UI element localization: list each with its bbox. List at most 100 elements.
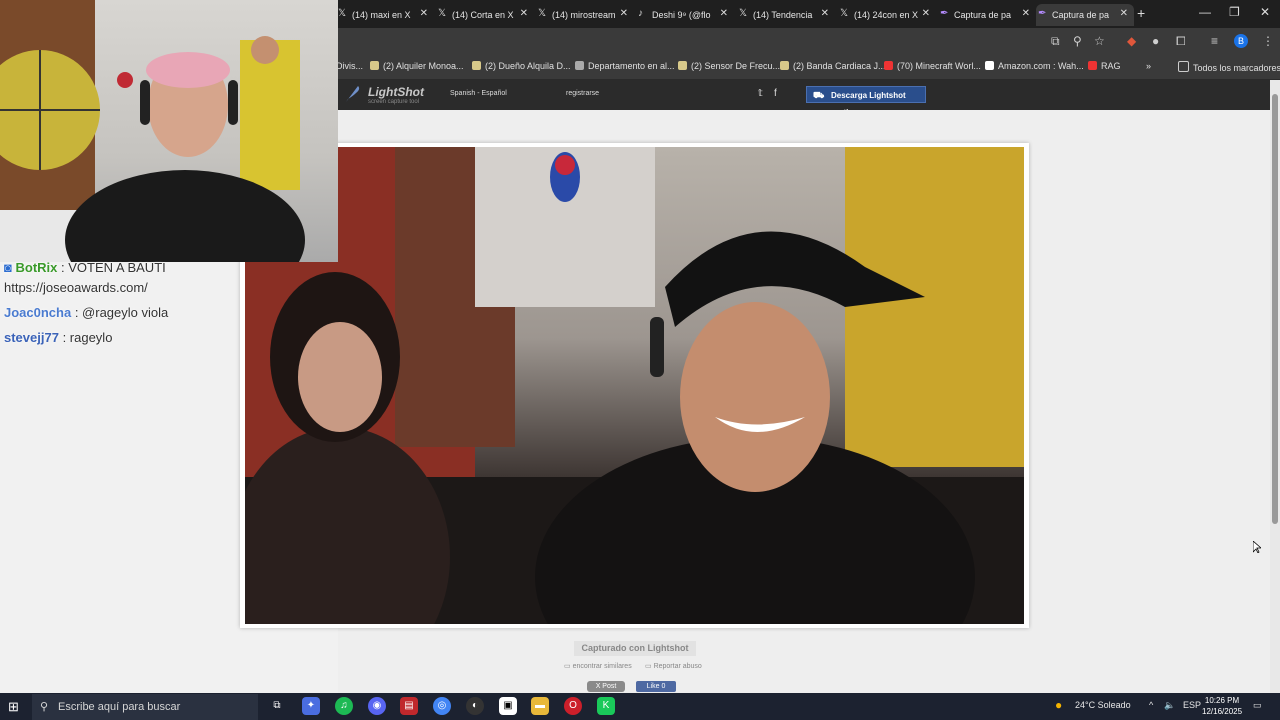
close-icon[interactable]: ✕ [420, 8, 428, 19]
tiktok-icon: ♪ [638, 8, 643, 19]
task-view-icon[interactable]: ⧉ [268, 697, 286, 715]
extension-icon[interactable]: ◆ [1127, 34, 1136, 48]
volume-icon[interactable]: 🔈 [1164, 700, 1175, 711]
all-bookmarks-folder[interactable]: Todos los marcadores [1178, 61, 1280, 73]
browser-tab[interactable]: ♪ Deshi 9⁹ (@flo ✕ [636, 4, 734, 26]
windows-start-icon[interactable]: ⊞ [8, 699, 19, 715]
capcut-icon[interactable]: ▣ [499, 697, 517, 715]
browser-tab[interactable]: 𝕏 (14) Tendencia ✕ [737, 4, 835, 26]
logo-subtitle: screen capture tool [368, 99, 420, 105]
screenshot-image[interactable] [245, 147, 1024, 624]
tab-title: (14) maxi en X [352, 10, 411, 20]
youtube-icon [1088, 61, 1097, 70]
bookmark-item[interactable]: (2) Dueño Alquila D... [472, 61, 571, 71]
restore-icon[interactable]: ❐ [1229, 5, 1240, 19]
chat-username: Joac0ncha [4, 305, 72, 320]
twitter-icon[interactable]: 𝕥 [758, 88, 763, 99]
x-logo-icon: 𝕏 [840, 8, 849, 19]
x-logo-icon: 𝕏 [739, 8, 748, 19]
download-lightshot-button[interactable]: ⛟ Descarga Lightshot gratis [806, 86, 926, 117]
language-select[interactable]: Spanish - Español [450, 90, 507, 97]
chevron-up-icon[interactable]: ^ [1149, 700, 1153, 710]
bookmark-item[interactable]: (2) Banda Cardiaca J... [780, 61, 886, 71]
search-icon: ⚲ [40, 701, 49, 713]
minimize-icon[interactable]: — [1199, 5, 1211, 19]
bookmark-star-icon[interactable]: ☆ [1094, 34, 1105, 48]
bookmark-item[interactable]: Departamento en al... [575, 61, 675, 71]
tab-title: Captura de pa [954, 10, 1012, 20]
bookmark-item[interactable]: (70) Minecraft Worl... [884, 61, 981, 71]
tab-title: (14) Corta en X [452, 10, 514, 20]
weather-text[interactable]: 24°C Soleado [1075, 700, 1131, 710]
obs-icon[interactable]: ◐ [466, 697, 484, 715]
bookmark-item[interactable]: (2) Sensor De Frecu... [678, 61, 780, 71]
chat-text: : rageylo [62, 330, 113, 345]
scrollbar-thumb[interactable] [1272, 94, 1278, 524]
mouse-cursor-icon [1253, 541, 1261, 553]
amazon-icon [985, 61, 994, 70]
reading-list-icon[interactable]: ≡ [1211, 34, 1218, 48]
tab-title: (14) Tendencia [753, 10, 813, 20]
zoom-icon[interactable]: ⚲ [1073, 34, 1082, 48]
scrollbar[interactable] [1270, 80, 1280, 693]
report-abuse-link[interactable]: ▭ Reportar abuso [645, 662, 702, 670]
register-link[interactable]: registrarse [566, 90, 599, 97]
bookmark-item[interactable]: Divis... [336, 61, 363, 71]
avatar[interactable]: B [1234, 34, 1248, 48]
facebook-icon[interactable]: f [774, 88, 777, 99]
browser-tab[interactable]: 𝕏 (14) Corta en X ✕ [436, 4, 534, 26]
browser-tab-active[interactable]: ✒ Captura de pa ✕ [1036, 4, 1134, 26]
browser-tab[interactable]: 𝕏 (14) 24con en X ✕ [838, 4, 936, 26]
x-logo-icon: 𝕏 [338, 8, 347, 19]
facebook-like-button[interactable]: Like 0 [636, 681, 676, 692]
close-icon[interactable]: ✕ [922, 8, 930, 19]
stream-chat-overlay: ◙ BotRix : VOTEN A BAUTI https://joseoaw… [0, 256, 240, 356]
tab-title: Captura de pa [1052, 10, 1110, 20]
search-placeholder: Escribe aquí para buscar [58, 701, 181, 713]
system-clock[interactable]: 10:26 PM 12/16/2025 [1202, 695, 1242, 717]
browser-tab[interactable]: 𝕏 (14) maxi en X ✕ [336, 4, 434, 26]
input-language[interactable]: ESP [1183, 700, 1201, 710]
close-icon[interactable]: ✕ [620, 8, 628, 19]
opera-icon[interactable]: O [564, 697, 582, 715]
chat-message: https://joseoawards.com/ [4, 280, 148, 295]
windows-taskbar: ⊞ ⚲ Escribe aquí para buscar ⧉ ✦ ♫ ◉ ▤ ◎… [0, 693, 1280, 720]
copilot-icon[interactable]: ✦ [302, 697, 320, 715]
notifications-icon[interactable]: ▭ [1253, 700, 1262, 711]
bookmarks-overflow-button[interactable]: » [1146, 61, 1151, 71]
spotify-icon[interactable]: ♫ [335, 697, 353, 715]
kick-icon[interactable]: K [597, 697, 615, 715]
taskbar-search-input[interactable]: ⚲ Escribe aquí para buscar [32, 694, 258, 720]
tab-title: (14) mirostream [552, 10, 616, 20]
new-tab-button[interactable]: + [1137, 5, 1145, 21]
extension-icon[interactable]: ● [1152, 34, 1159, 48]
captured-with-label[interactable]: Capturado con Lightshot [574, 641, 696, 656]
close-icon[interactable]: ✕ [720, 8, 728, 19]
clock-time: 10:26 PM [1204, 696, 1240, 705]
chrome-icon[interactable]: ◎ [433, 697, 451, 715]
extensions-puzzle-icon[interactable]: ⧠ [1176, 34, 1186, 49]
screenshot-frame [240, 143, 1029, 628]
discord-icon[interactable]: ◉ [368, 697, 386, 715]
bookmark-favicon-icon [780, 61, 789, 70]
chat-text: : @rageylo viola [74, 305, 169, 320]
close-icon[interactable]: ✕ [1022, 8, 1030, 19]
lightshot-icon: ✒ [940, 8, 949, 19]
x-post-button[interactable]: X Post [587, 681, 625, 692]
close-icon[interactable]: ✕ [1120, 8, 1128, 19]
menu-kebab-icon[interactable]: ⋮ [1262, 34, 1274, 48]
bookmark-item[interactable]: RAG [1088, 61, 1121, 71]
bookmark-item[interactable]: Amazon.com : Wah... [985, 61, 1084, 71]
bookmark-item[interactable]: (2) Alquiler Monoa... [370, 61, 464, 71]
install-app-icon[interactable]: ⧉ [1051, 34, 1060, 49]
close-window-icon[interactable]: ✕ [1260, 5, 1270, 19]
lightshot-logo[interactable]: LightShot [368, 85, 424, 99]
find-similar-link[interactable]: ▭ encontrar similares [564, 662, 632, 670]
close-icon[interactable]: ✕ [520, 8, 528, 19]
file-explorer-icon[interactable]: ▬ [531, 697, 549, 715]
voice-app-icon[interactable]: ▤ [400, 697, 418, 715]
browser-tab[interactable]: 𝕏 (14) mirostream ✕ [536, 4, 634, 26]
webcam-overlay [0, 0, 338, 262]
close-icon[interactable]: ✕ [821, 8, 829, 19]
browser-tab[interactable]: ✒ Captura de pa ✕ [938, 4, 1036, 26]
